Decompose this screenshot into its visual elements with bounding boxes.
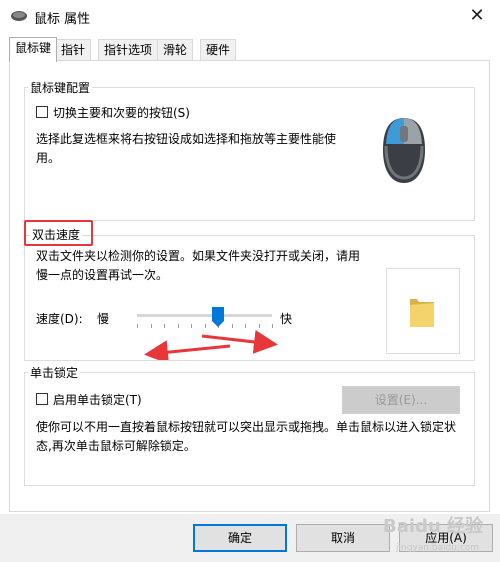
click-lock-title: 单击锁定 [28,364,81,381]
tab-wheel[interactable]: 滑轮 [157,39,194,60]
click-lock-description: 使你可以不用一直按着鼠标按钮就可以突出显示或拖拽。单击鼠标以进入锁定状态,再次单… [36,420,457,453]
tab-label: 滑轮 [163,43,188,57]
annotation-arrows [144,330,278,360]
tab-label: 指针选项 [104,43,153,57]
button-config-title: 鼠标键配置 [28,79,93,96]
speed-slider-track[interactable] [137,314,272,317]
test-folder-area[interactable] [386,268,460,354]
slow-label: 慢 [97,312,110,326]
cancel-button[interactable]: 取消 [296,524,390,552]
ok-button[interactable]: 确定 [193,524,287,552]
folder-icon[interactable] [407,293,437,329]
close-icon[interactable]: ✕ [462,4,492,28]
tab-label: 鼠标键 [15,41,52,55]
slider-tick [204,324,206,328]
fast-label: 快 [280,312,293,326]
slider-tick [137,324,138,328]
click-lock-settings-button[interactable]: 设置(E)... [342,386,460,414]
slider-tick [150,324,152,328]
slider-tick [191,324,192,328]
mouse-app-icon [11,11,27,21]
speed-slider-thumb[interactable] [212,307,224,327]
tab-pointers[interactable]: 指针 [55,39,92,60]
speed-slider-ticks [137,324,273,328]
slider-tick [245,324,246,328]
slider-tick [177,324,179,328]
window-title: 鼠标 属性 [34,12,91,27]
slider-tick [272,324,273,328]
tab-pointer-options[interactable]: 指针选项 [98,39,159,60]
tab-mouse-buttons[interactable]: 鼠标键 [9,37,58,62]
double-click-description: 双击文件夹以检测你的设置。如果文件夹没打开或关闭，请用慢一点的设置再试一次。 [36,249,361,282]
enable-click-lock-label[interactable]: 启用单击锁定(T) [53,391,142,408]
button-config-description: 选择此复选框来将右按钮设成如选择和拖放等主要性能使用。 [36,132,337,165]
watermark-url: jingyan.baidu.com [396,543,480,553]
switch-buttons-label[interactable]: 切换主要和次要的按钮(S) [53,104,190,121]
speed-label: 速度(D): [36,312,83,326]
double-click-title: 双击速度 [30,226,83,243]
slider-tick [258,324,260,328]
mouse-icon [383,118,425,183]
tab-hardware[interactable]: 硬件 [200,39,237,60]
slider-tick [164,324,165,328]
tab-label: 指针 [61,43,86,57]
slider-tick [231,324,233,328]
title-bar: 鼠标 属性 ✕ [0,0,500,32]
tab-label: 硬件 [206,43,231,57]
watermark-text: Baidu 经验 [383,516,484,537]
switch-buttons-checkbox[interactable] [36,106,48,118]
enable-click-lock-checkbox[interactable] [36,393,48,405]
